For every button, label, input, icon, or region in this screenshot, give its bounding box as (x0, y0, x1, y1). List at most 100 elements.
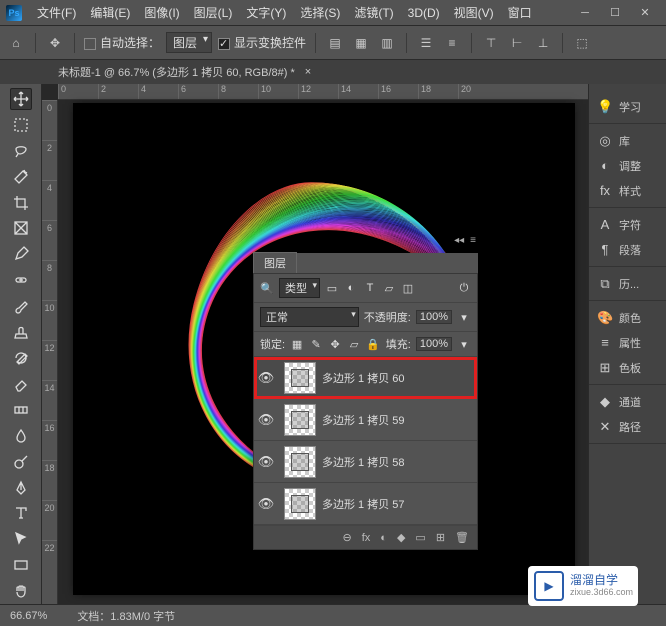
layer-row[interactable]: 👁 多边形 1 拷贝 58 (254, 441, 477, 483)
visibility-icon[interactable]: 👁 (254, 412, 278, 428)
filter-type-icon[interactable]: T (363, 281, 377, 295)
brush-tool[interactable] (10, 295, 32, 317)
show-transform-check[interactable]: 显示变换控件 (218, 34, 306, 51)
chevron-down-icon[interactable]: ▾ (457, 337, 471, 351)
fill-value[interactable]: 100% (416, 337, 452, 351)
layer-name[interactable]: 多边形 1 拷贝 58 (322, 454, 477, 470)
visibility-icon[interactable]: 👁 (254, 454, 278, 470)
layer-row[interactable]: 👁 多边形 1 拷贝 59 (254, 399, 477, 441)
filter-toggle[interactable]: ⏻ (457, 281, 471, 295)
panel-历...[interactable]: ⧉历... (589, 271, 666, 296)
align-top-icon[interactable]: ⊤ (481, 33, 501, 53)
crop-tool[interactable] (10, 192, 32, 214)
align-middle-icon[interactable]: ⊢ (507, 33, 527, 53)
eraser-tool[interactable] (10, 373, 32, 395)
opacity-value[interactable]: 100% (416, 310, 452, 324)
chevron-down-icon[interactable]: ▾ (457, 310, 471, 324)
lock-pixels-icon[interactable]: ▦ (290, 337, 304, 351)
auto-select-target[interactable]: 图层 (166, 32, 212, 53)
menu-filter[interactable]: 滤镜(T) (347, 4, 400, 21)
filter-pixel-icon[interactable]: ▭ (325, 281, 339, 295)
align-bottom-icon[interactable]: ⊥ (533, 33, 553, 53)
window-maximize[interactable]: ☐ (600, 6, 630, 19)
frame-tool[interactable] (10, 218, 32, 240)
magic-wand-tool[interactable] (10, 166, 32, 188)
panel-路径[interactable]: ✕路径 (589, 414, 666, 439)
panel-颜色[interactable]: 🎨颜色 (589, 305, 666, 330)
layer-filter-type[interactable]: 类型 (279, 278, 320, 298)
layers-panel[interactable]: ◂◂≡ 图层 🔍 类型 ▭ ◐ T ▱ ◫ ⏻ 正常 不透明度: 100% ▾ … (253, 253, 478, 550)
lock-artboard-icon[interactable]: ▱ (347, 337, 361, 351)
window-minimize[interactable]: ─ (570, 7, 600, 19)
auto-select-check[interactable]: 自动选择： (84, 34, 160, 51)
panel-学习[interactable]: 💡学习 (589, 94, 666, 119)
layer-thumbnail[interactable] (284, 404, 316, 436)
zoom-level[interactable]: 66.67% (10, 610, 47, 622)
align-left-icon[interactable]: ▤ (325, 33, 345, 53)
search-icon[interactable]: 🔍 (260, 281, 274, 295)
blur-tool[interactable] (10, 425, 32, 447)
distribute-v-icon[interactable]: ≡ (442, 33, 462, 53)
panel-段落[interactable]: ¶段落 (589, 237, 666, 262)
lock-position-icon[interactable]: ✥ (328, 337, 342, 351)
3d-mode-icon[interactable]: ⬚ (572, 33, 592, 53)
marquee-tool[interactable] (10, 114, 32, 136)
layer-foot-btn-6[interactable]: 🗑 (455, 531, 469, 544)
spot-heal-tool[interactable] (10, 269, 32, 291)
menu-type[interactable]: 文字(Y) (239, 4, 293, 21)
layer-name[interactable]: 多边形 1 拷贝 60 (322, 370, 477, 386)
lock-all-icon[interactable]: 🔒 (366, 337, 380, 351)
panel-通道[interactable]: ◆通道 (589, 389, 666, 414)
layer-thumbnail[interactable] (284, 488, 316, 520)
layer-foot-btn-3[interactable]: ◆ (397, 531, 405, 544)
type-tool[interactable] (10, 503, 32, 525)
layer-name[interactable]: 多边形 1 拷贝 59 (322, 412, 477, 428)
move-tool-icon[interactable]: ✥ (45, 33, 65, 53)
menu-window[interactable]: 窗口 (501, 4, 539, 21)
home-icon[interactable]: ⌂ (6, 33, 26, 53)
panel-collapse-icon[interactable]: ◂◂ (454, 235, 464, 246)
layer-foot-btn-1[interactable]: fx (362, 532, 371, 544)
rectangle-tool[interactable] (10, 554, 32, 576)
blend-mode-select[interactable]: 正常 (260, 307, 359, 327)
panel-字符[interactable]: A字符 (589, 212, 666, 237)
panel-menu-icon[interactable]: ≡ (470, 235, 476, 246)
doc-info[interactable]: 文档：1.83M/0 字节 (77, 608, 175, 624)
align-center-icon[interactable]: ▦ (351, 33, 371, 53)
visibility-icon[interactable]: 👁 (254, 370, 278, 386)
layers-tab[interactable]: 图层 (253, 252, 297, 273)
layer-foot-btn-5[interactable]: ⊞ (436, 531, 445, 544)
layer-name[interactable]: 多边形 1 拷贝 57 (322, 496, 477, 512)
filter-shape-icon[interactable]: ▱ (382, 281, 396, 295)
menu-3d[interactable]: 3D(D) (401, 6, 447, 20)
tab-close-icon[interactable]: × (305, 66, 311, 78)
hand-tool[interactable] (10, 580, 32, 602)
menu-edit[interactable]: 编辑(E) (83, 4, 137, 21)
menu-layer[interactable]: 图层(L) (187, 4, 240, 21)
visibility-icon[interactable]: 👁 (254, 496, 278, 512)
dodge-tool[interactable] (10, 451, 32, 473)
menu-view[interactable]: 视图(V) (447, 4, 501, 21)
window-close[interactable]: ✕ (630, 6, 660, 19)
panel-库[interactable]: ◎库 (589, 128, 666, 153)
layer-row[interactable]: 👁 多边形 1 拷贝 57 (254, 483, 477, 525)
layer-foot-btn-0[interactable]: ⊖ (343, 531, 352, 544)
layer-row[interactable]: 👁 多边形 1 拷贝 60 (254, 357, 477, 399)
filter-smart-icon[interactable]: ◫ (401, 281, 415, 295)
menu-image[interactable]: 图像(I) (137, 4, 186, 21)
panel-属性[interactable]: ≡属性 (589, 330, 666, 355)
align-right-icon[interactable]: ▥ (377, 33, 397, 53)
panel-样式[interactable]: fx样式 (589, 178, 666, 203)
gradient-tool[interactable] (10, 399, 32, 421)
panel-调整[interactable]: ◐调整 (589, 153, 666, 178)
layer-thumbnail[interactable] (284, 446, 316, 478)
eyedropper-tool[interactable] (10, 243, 32, 265)
history-brush-tool[interactable] (10, 347, 32, 369)
path-select-tool[interactable] (10, 528, 32, 550)
lasso-tool[interactable] (10, 140, 32, 162)
layer-foot-btn-4[interactable]: ▭ (415, 531, 425, 544)
panel-色板[interactable]: ⊞色板 (589, 355, 666, 380)
document-tab[interactable]: 未标题-1 @ 66.7% (多边形 1 拷贝 60, RGB/8#) * (50, 64, 303, 80)
clone-stamp-tool[interactable] (10, 321, 32, 343)
layer-foot-btn-2[interactable]: ◐ (380, 532, 387, 544)
